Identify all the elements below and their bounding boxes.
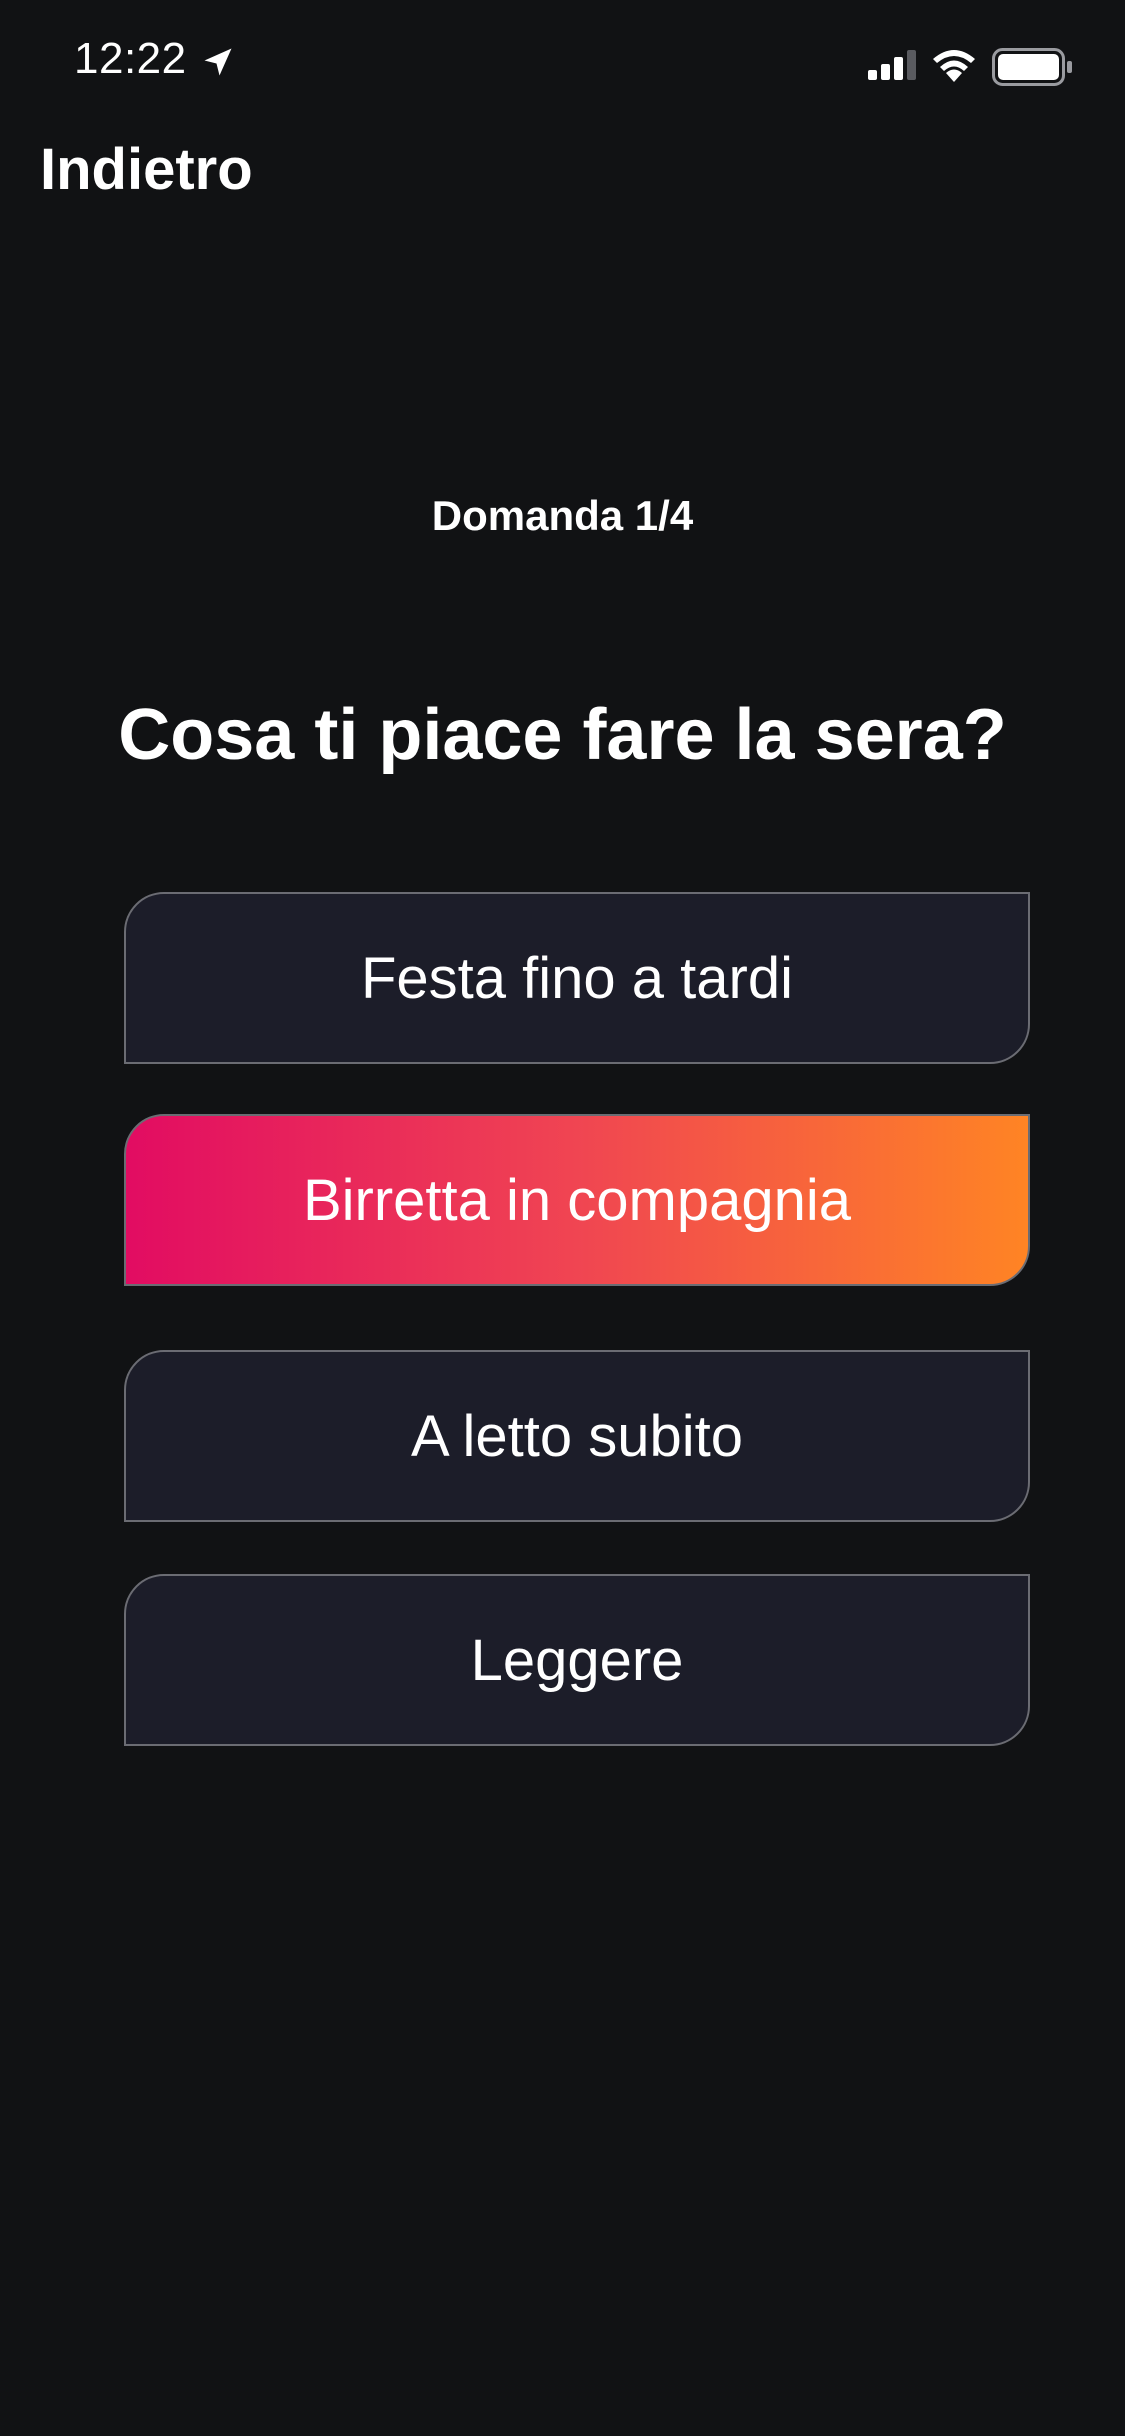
back-button[interactable]: Indietro: [40, 130, 253, 210]
answer-option-3[interactable]: A letto subito: [124, 1350, 1030, 1522]
answer-option-2-selected[interactable]: Birretta in compagnia: [124, 1114, 1030, 1286]
status-bar: 12:22: [0, 0, 1125, 130]
wifi-icon: [933, 50, 975, 82]
question-counter: Domanda 1/4: [431, 492, 694, 539]
answer-option-4[interactable]: Leggere: [124, 1574, 1030, 1746]
question-title: Cosa ti piace fare la sera?: [118, 695, 1007, 775]
quiz-screen: 12:22 Indietro Domanda 1/4 Cosa ti piace…: [0, 0, 1125, 2436]
status-time: 12:22: [74, 34, 187, 83]
battery-icon: [992, 48, 1072, 86]
location-arrow-icon: [204, 48, 232, 76]
cellular-signal-icon: [868, 50, 916, 80]
answer-option-1[interactable]: Festa fino a tardi: [124, 892, 1030, 1064]
